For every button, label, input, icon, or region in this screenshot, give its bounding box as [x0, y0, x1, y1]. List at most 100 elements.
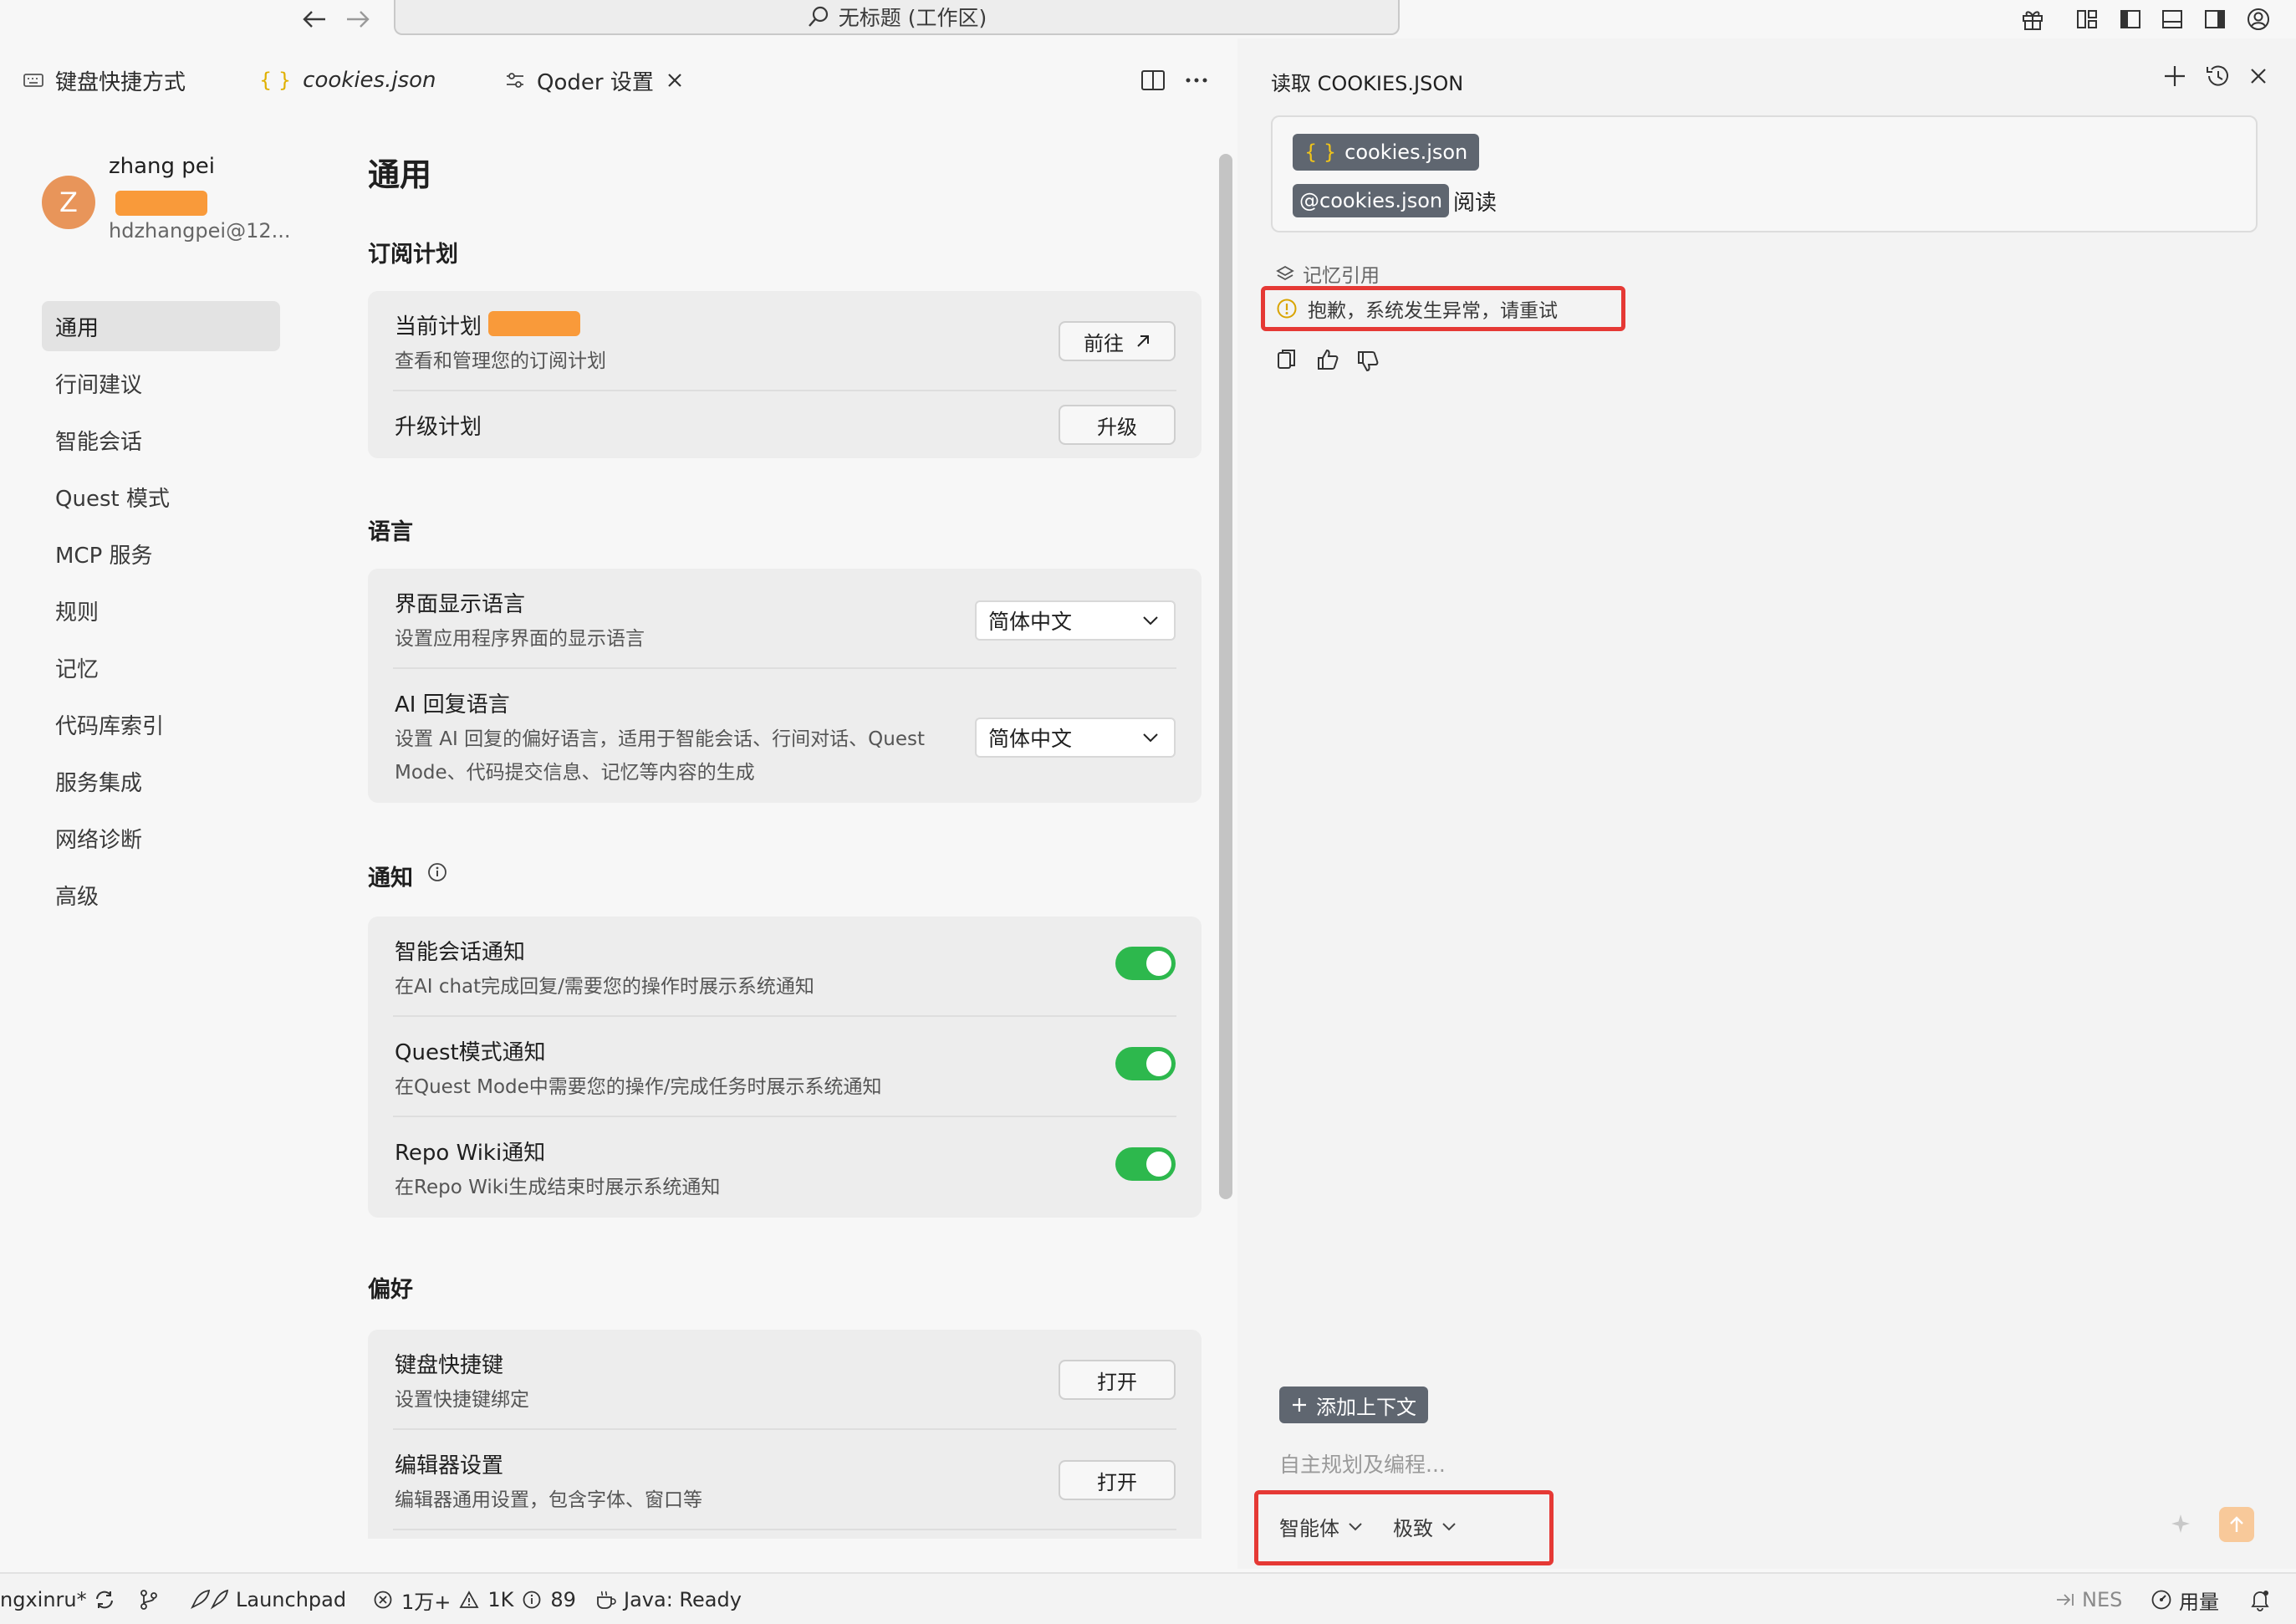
sync-icon [94, 1590, 115, 1610]
status-bar: ngxinru* Launchpad 1万+ 1K 89 Java: Ready… [0, 1572, 2296, 1624]
file-mention-chip[interactable]: @cookies.json [1293, 184, 1450, 217]
toggle-secondary-sidebar-icon[interactable] [2197, 3, 2232, 35]
ai-language-desc-line1: 设置 AI 回复的偏好语言，适用于智能会话、行间对话、Quest [395, 728, 925, 750]
ui-language-select[interactable]: 简体中文 [975, 600, 1176, 641]
tab-cookies-json[interactable]: { } cookies.json [259, 52, 436, 109]
open-editor-settings-button[interactable]: 打开 [1059, 1460, 1176, 1500]
agent-mode-dropdown[interactable]: 智能体 [1279, 1512, 1363, 1541]
branch-name: ngxinru* [0, 1588, 87, 1611]
repo-wiki-notification-toggle[interactable] [1115, 1147, 1176, 1181]
problems-status[interactable]: 1万+ 1K 89 [373, 1586, 576, 1614]
close-icon[interactable] [2249, 67, 2268, 85]
sidebar-item-memory[interactable]: 记忆 [42, 642, 280, 692]
sparkle-icon[interactable] [2169, 1512, 2192, 1535]
quest-notification-toggle[interactable] [1115, 1047, 1176, 1080]
divider [393, 390, 1176, 391]
memory-ref-label: 记忆引用 [1303, 265, 1380, 287]
sidebar-item-inline-suggestions[interactable]: 行间建议 [42, 358, 280, 408]
add-context-button[interactable]: 添加上下文 [1279, 1387, 1428, 1423]
error-text: 抱歉，系统发生异常，请重试 [1308, 300, 1558, 322]
info-icon[interactable] [426, 861, 448, 883]
notification-desc: 在AI chat完成回复/需要您的操作时展示系统通知 [395, 976, 814, 998]
ui-language-desc: 设置应用程序界面的显示语言 [395, 628, 645, 650]
ai-language-select[interactable]: 简体中文 [975, 718, 1176, 758]
current-plan-title: 当前计划 [395, 314, 482, 340]
forward-arrow-icon[interactable] [341, 3, 375, 35]
notifications-bell-icon[interactable] [2249, 1586, 2271, 1614]
copy-icon[interactable] [1276, 348, 1298, 371]
error-message: 抱歉，系统发生异常，请重试 [1276, 294, 1558, 323]
plan-badge [115, 191, 207, 216]
chat-input[interactable]: 自主规划及编程... [1279, 1448, 1446, 1478]
profile-email: hdzhangpei@12... [109, 219, 291, 243]
launchpad-status[interactable]: Launchpad [189, 1586, 346, 1614]
message-text: 阅读 [1453, 191, 1498, 216]
java-label: Java: Ready [624, 1588, 742, 1611]
thumbs-down-icon[interactable] [1356, 350, 1380, 373]
model-dropdown[interactable]: 极致 [1393, 1512, 1457, 1541]
toggle-panel-icon[interactable] [2155, 3, 2190, 35]
back-arrow-icon[interactable] [298, 3, 331, 35]
tab-keyboard-shortcuts[interactable]: 键盘快捷方式 [23, 52, 186, 109]
sidebar-item-integrations[interactable]: 服务集成 [42, 756, 280, 806]
add-context-label: 添加上下文 [1316, 1395, 1416, 1419]
memory-reference[interactable]: 记忆引用 [1276, 259, 1380, 288]
usage-status[interactable]: 用量 [2151, 1586, 2219, 1614]
sidebar-item-mcp[interactable]: MCP 服务 [42, 529, 280, 579]
tab-label: cookies.json [303, 68, 436, 93]
layout-customize-icon[interactable] [2069, 3, 2105, 35]
upgrade-button[interactable]: 升级 [1059, 405, 1176, 445]
chevron-down-icon [1142, 733, 1159, 743]
sidebar-item-chat[interactable]: 智能会话 [42, 415, 280, 465]
thumbs-up-icon[interactable] [1316, 348, 1339, 371]
nes-status[interactable]: NES [2055, 1586, 2122, 1614]
divider [393, 1529, 1176, 1530]
open-keyboard-shortcuts-button[interactable]: 打开 [1059, 1360, 1176, 1400]
file-context-chip[interactable]: { } cookies.json [1293, 134, 1480, 171]
java-status[interactable]: Java: Ready [595, 1586, 742, 1614]
editor-tab-bar: 键盘快捷方式 { } cookies.json Qoder 设置 [0, 52, 1229, 109]
sidebar-item-general[interactable]: 通用 [42, 301, 280, 351]
keyboard-icon [23, 73, 43, 88]
sidebar-item-quest-mode[interactable]: Quest 模式 [42, 472, 280, 522]
command-center-search[interactable]: 无标题 (工作区) [394, 0, 1400, 35]
usage-label: 用量 [2179, 1590, 2219, 1614]
warning-icon [1276, 298, 1298, 319]
mode-label: 智能体 [1279, 1517, 1339, 1540]
chat-notification-toggle[interactable] [1115, 947, 1176, 980]
toggle-primary-sidebar-icon[interactable] [2113, 3, 2148, 35]
goto-label: 前往 [1084, 331, 1124, 355]
notification-title: 智能会话通知 [395, 940, 526, 965]
source-control-icon[interactable] [139, 1586, 159, 1614]
settings-scrollbar[interactable] [1219, 154, 1232, 1199]
tab-qoder-settings[interactable]: Qoder 设置 [505, 52, 684, 109]
nes-label: NES [2082, 1588, 2123, 1611]
notification-title: Repo Wiki通知 [395, 1141, 546, 1166]
close-icon[interactable] [666, 71, 684, 89]
ai-language-title: AI 回复语言 [395, 692, 510, 718]
account-icon[interactable] [2241, 3, 2276, 35]
gift-icon[interactable] [2015, 3, 2050, 35]
plus-icon[interactable] [2162, 64, 2187, 89]
section-heading-language: 语言 [368, 519, 413, 545]
divider [393, 667, 1176, 669]
model-label: 极致 [1393, 1517, 1433, 1540]
split-editor-icon[interactable] [1140, 69, 1166, 92]
select-value: 简体中文 [988, 610, 1073, 634]
git-branch-status[interactable]: ngxinru* [0, 1586, 115, 1614]
notification-desc: 在Quest Mode中需要您的操作/完成任务时展示系统通知 [395, 1076, 882, 1098]
notification-desc: 在Repo Wiki生成结束时展示系统通知 [395, 1177, 721, 1198]
send-button[interactable] [2219, 1507, 2254, 1542]
page-title: 通用 [368, 156, 432, 193]
editor-settings-title: 编辑器设置 [395, 1453, 504, 1478]
sidebar-item-codebase-index[interactable]: 代码库索引 [42, 699, 280, 749]
info-icon [522, 1590, 542, 1610]
ui-language-title: 界面显示语言 [395, 592, 526, 617]
sidebar-item-advanced[interactable]: 高级 [42, 870, 280, 920]
history-icon[interactable] [2204, 64, 2231, 89]
chevron-down-icon [1348, 1522, 1363, 1531]
sidebar-item-network-diagnostics[interactable]: 网络诊断 [42, 813, 280, 863]
more-actions-icon[interactable] [1184, 69, 1209, 92]
goto-plan-button[interactable]: 前往 [1059, 321, 1176, 361]
sidebar-item-rules[interactable]: 规则 [42, 585, 280, 636]
